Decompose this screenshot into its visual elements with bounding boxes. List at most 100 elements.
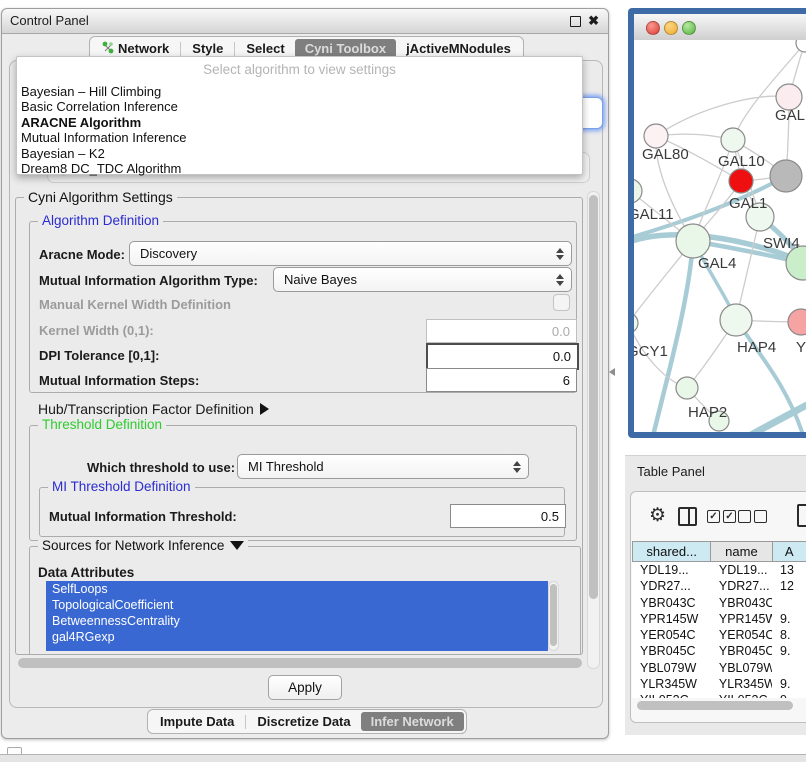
panel-splitter-arrow-icon[interactable] xyxy=(609,368,615,376)
table-row[interactable]: YBR045CYBR045C9. xyxy=(632,643,806,659)
table-cell: YPR145W xyxy=(632,611,711,627)
tab-label: Impute Data xyxy=(160,714,234,729)
control-panel-titlebar[interactable]: Control Panel ✖ xyxy=(2,9,608,34)
network-node[interactable] xyxy=(721,128,745,152)
float-window-icon[interactable] xyxy=(570,16,581,27)
network-node[interactable] xyxy=(729,169,753,193)
table-cell: YBL079W xyxy=(632,660,711,676)
network-node[interactable] xyxy=(676,377,698,399)
tab-separator xyxy=(234,42,235,56)
gear-icon[interactable]: ⚙ xyxy=(649,506,666,525)
settings-vertical-scrollbar[interactable] xyxy=(587,191,600,669)
algorithm-option-bayesian-k2[interactable]: Bayesian – K2 xyxy=(17,146,582,161)
attribute-item-topologicalcoefficient[interactable]: TopologicalCoefficient xyxy=(46,597,548,613)
data-attributes-list[interactable]: SelfLoopsTopologicalCoefficientBetweenne… xyxy=(46,581,548,651)
zoom-traffic-light-icon[interactable] xyxy=(682,21,696,35)
select-all-checkboxes-icon[interactable]: ✓✓ xyxy=(707,510,736,523)
node-label-gal1: GAL1 xyxy=(729,195,767,212)
sources-title: Sources for Network Inference xyxy=(42,538,224,553)
node-label-gal: GAL xyxy=(775,107,805,124)
kernel-width-field[interactable]: 0.0 xyxy=(426,319,577,343)
algorithm-definition-title: Algorithm Definition xyxy=(38,213,163,228)
group-title: Cyni Algorithm Settings xyxy=(24,189,177,205)
attribute-item-selfloops[interactable]: SelfLoops xyxy=(46,581,548,597)
network-node[interactable] xyxy=(770,160,802,192)
apply-button-label: Apply xyxy=(288,680,322,695)
dpi-tolerance-field[interactable]: 0.0 xyxy=(426,343,579,370)
close-traffic-light-icon[interactable] xyxy=(646,21,660,35)
table-row[interactable]: YDL19...YDL19...13 xyxy=(632,562,806,578)
table-horizontal-scrollbar[interactable] xyxy=(633,700,805,712)
network-node[interactable] xyxy=(788,309,806,335)
network-node[interactable] xyxy=(644,124,668,148)
table-row[interactable]: YDR27...YDR27...12 xyxy=(632,578,806,594)
deselect-all-checkboxes-icon[interactable] xyxy=(738,510,767,523)
algorithm-option-mutual-information-inference[interactable]: Mutual Information Inference xyxy=(17,130,582,145)
algorithm-option-bayesian-hill-climbing[interactable]: Bayesian – Hill Climbing xyxy=(17,84,582,99)
apply-button[interactable]: Apply xyxy=(268,675,342,700)
attribute-table[interactable]: shared...nameA YDL19...YDL19...13YDR27..… xyxy=(632,541,806,698)
algorithm-option-dream8-dc-tdc-algorithm[interactable]: Dream8 DC_TDC Algorithm xyxy=(17,161,582,176)
table-row[interactable]: YIL052CYIL052C9. xyxy=(632,692,806,698)
tab-infer-network[interactable]: Infer Network xyxy=(361,712,464,731)
threshold-definition-title: Threshold Definition xyxy=(38,417,166,432)
tab-label: Discretize Data xyxy=(257,714,350,729)
control-panel-window: Control Panel ✖ NetworkStyleSelectCyni T… xyxy=(1,8,609,739)
hub-definition-toggle[interactable]: Hub/Transcription Factor Definition xyxy=(38,401,269,417)
split-columns-icon[interactable] xyxy=(678,507,697,526)
algorithm-option-aracne-algorithm[interactable]: ARACNE Algorithm xyxy=(17,115,582,130)
mi-threshold-field[interactable]: 0.5 xyxy=(450,504,566,528)
table-cell: YBR043C xyxy=(711,595,772,611)
table-cell: YBL079W xyxy=(711,660,772,676)
tab-discretize-data[interactable]: Discretize Data xyxy=(247,712,360,731)
attribute-item-gal4rgexp[interactable]: gal4RGexp xyxy=(46,629,548,645)
table-row[interactable]: YBL079WYBL079W xyxy=(632,660,806,676)
network-tab-icon xyxy=(102,41,114,57)
which-threshold-combo[interactable]: MI Threshold xyxy=(237,454,529,479)
network-canvas[interactable]: GALGAL80GAL10GAL1GAL11GAL4SWI4GCY1HAP4YH… xyxy=(634,40,806,432)
table-header-row: shared...nameA xyxy=(632,541,806,562)
network-node[interactable] xyxy=(720,304,752,336)
aracne-mode-combo[interactable]: Discovery xyxy=(129,241,572,266)
table-row[interactable]: YPR145WYPR145W9. xyxy=(632,611,806,627)
table-cell xyxy=(772,660,806,676)
expanded-arrow-icon xyxy=(230,541,244,550)
algorithm-list: Bayesian – Hill ClimbingBasic Correlatio… xyxy=(17,84,582,176)
mi-type-value: Naive Bayes xyxy=(284,272,357,287)
table-cell: 9. xyxy=(772,676,806,692)
network-node[interactable] xyxy=(676,224,710,258)
column-header-a[interactable]: A xyxy=(773,541,806,562)
column-header-name[interactable]: name xyxy=(711,541,772,562)
mi-algorithm-type-combo[interactable]: Naive Bayes xyxy=(273,267,572,292)
tab-impute-data[interactable]: Impute Data xyxy=(150,712,244,731)
algorithm-option-basic-correlation-inference[interactable]: Basic Correlation Inference xyxy=(17,99,582,114)
attribute-item-clipped[interactable] xyxy=(46,645,548,651)
network-node[interactable] xyxy=(796,40,806,52)
table-cell: 9. xyxy=(772,611,806,627)
sources-title-wrap[interactable]: Sources for Network Inference xyxy=(38,538,248,553)
table-row[interactable]: YLR345WYLR345W9. xyxy=(632,676,806,692)
combo-spinner-icon xyxy=(556,274,564,286)
bottom-status-strip xyxy=(0,754,806,762)
close-icon[interactable]: ✖ xyxy=(588,9,599,33)
tab-label: Network xyxy=(118,41,169,56)
attributes-scrollbar[interactable] xyxy=(548,581,559,651)
node-label-gal4: GAL4 xyxy=(698,255,736,272)
mi-threshold-group-title: MI Threshold Definition xyxy=(48,479,195,494)
settings-horizontal-scrollbar[interactable] xyxy=(15,658,585,669)
table-cell: 13 xyxy=(772,562,806,578)
tab-separator xyxy=(245,715,246,729)
manual-kernel-checkbox[interactable] xyxy=(553,294,570,311)
tab-separator xyxy=(180,42,181,56)
network-window-titlebar[interactable] xyxy=(634,14,806,41)
table-cell: YDR27... xyxy=(632,578,711,594)
attribute-item-betweennesscentrality[interactable]: BetweennessCentrality xyxy=(46,613,548,629)
column-header-shared-[interactable]: shared... xyxy=(632,541,711,562)
mi-steps-field[interactable]: 6 xyxy=(426,368,577,392)
table-row[interactable]: YER054CYER054C8. xyxy=(632,627,806,643)
document-icon[interactable] xyxy=(797,504,806,527)
minimize-traffic-light-icon[interactable] xyxy=(664,21,678,35)
network-node[interactable] xyxy=(634,313,638,333)
table-row[interactable]: YBR043CYBR043C xyxy=(632,595,806,611)
which-threshold-value: MI Threshold xyxy=(248,459,324,474)
